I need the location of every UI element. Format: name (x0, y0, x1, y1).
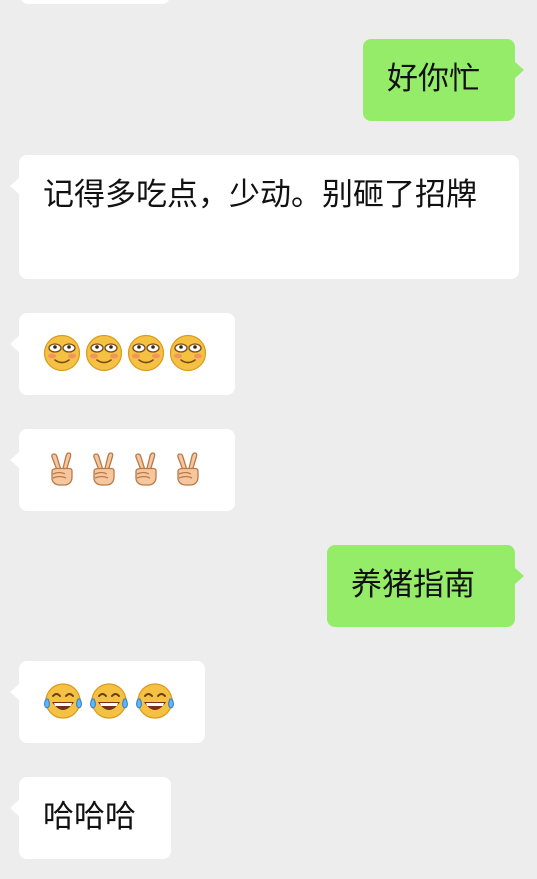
outgoing-message-bubble[interactable]: 养猪指南 (327, 545, 524, 627)
emoji-row (43, 450, 211, 488)
victory-hand-emoji-icon (43, 450, 81, 488)
incoming-emoji-bubble[interactable] (10, 313, 235, 395)
blush-smile-emoji-icon (169, 334, 207, 372)
tears-of-joy-emoji-icon (135, 682, 175, 720)
previous-message-bubble[interactable] (20, 0, 170, 4)
blush-smile-emoji-icon (85, 334, 123, 372)
tears-of-joy-emoji-icon (43, 682, 83, 720)
incoming-message-bubble[interactable]: 记得多吃点，少动。别砸了招牌 (10, 155, 519, 279)
emoji-row (43, 682, 181, 720)
victory-hand-emoji-icon (85, 450, 123, 488)
outgoing-message-bubble[interactable]: 好你忙 (363, 39, 524, 121)
incoming-message-bubble[interactable]: 哈哈哈 (10, 777, 171, 859)
message-text: 哈哈哈 (43, 799, 136, 835)
incoming-emoji-bubble[interactable] (10, 429, 235, 511)
message-text: 记得多吃点，少动。别砸了招牌 (43, 177, 477, 213)
victory-hand-emoji-icon (169, 450, 207, 488)
victory-hand-emoji-icon (127, 450, 165, 488)
emoji-row (43, 334, 211, 372)
blush-smile-emoji-icon (127, 334, 165, 372)
incoming-emoji-bubble[interactable] (10, 661, 205, 743)
message-text: 养猪指南 (351, 567, 475, 603)
message-text: 好你忙 (387, 61, 480, 97)
blush-smile-emoji-icon (43, 334, 81, 372)
tears-of-joy-emoji-icon (89, 682, 129, 720)
